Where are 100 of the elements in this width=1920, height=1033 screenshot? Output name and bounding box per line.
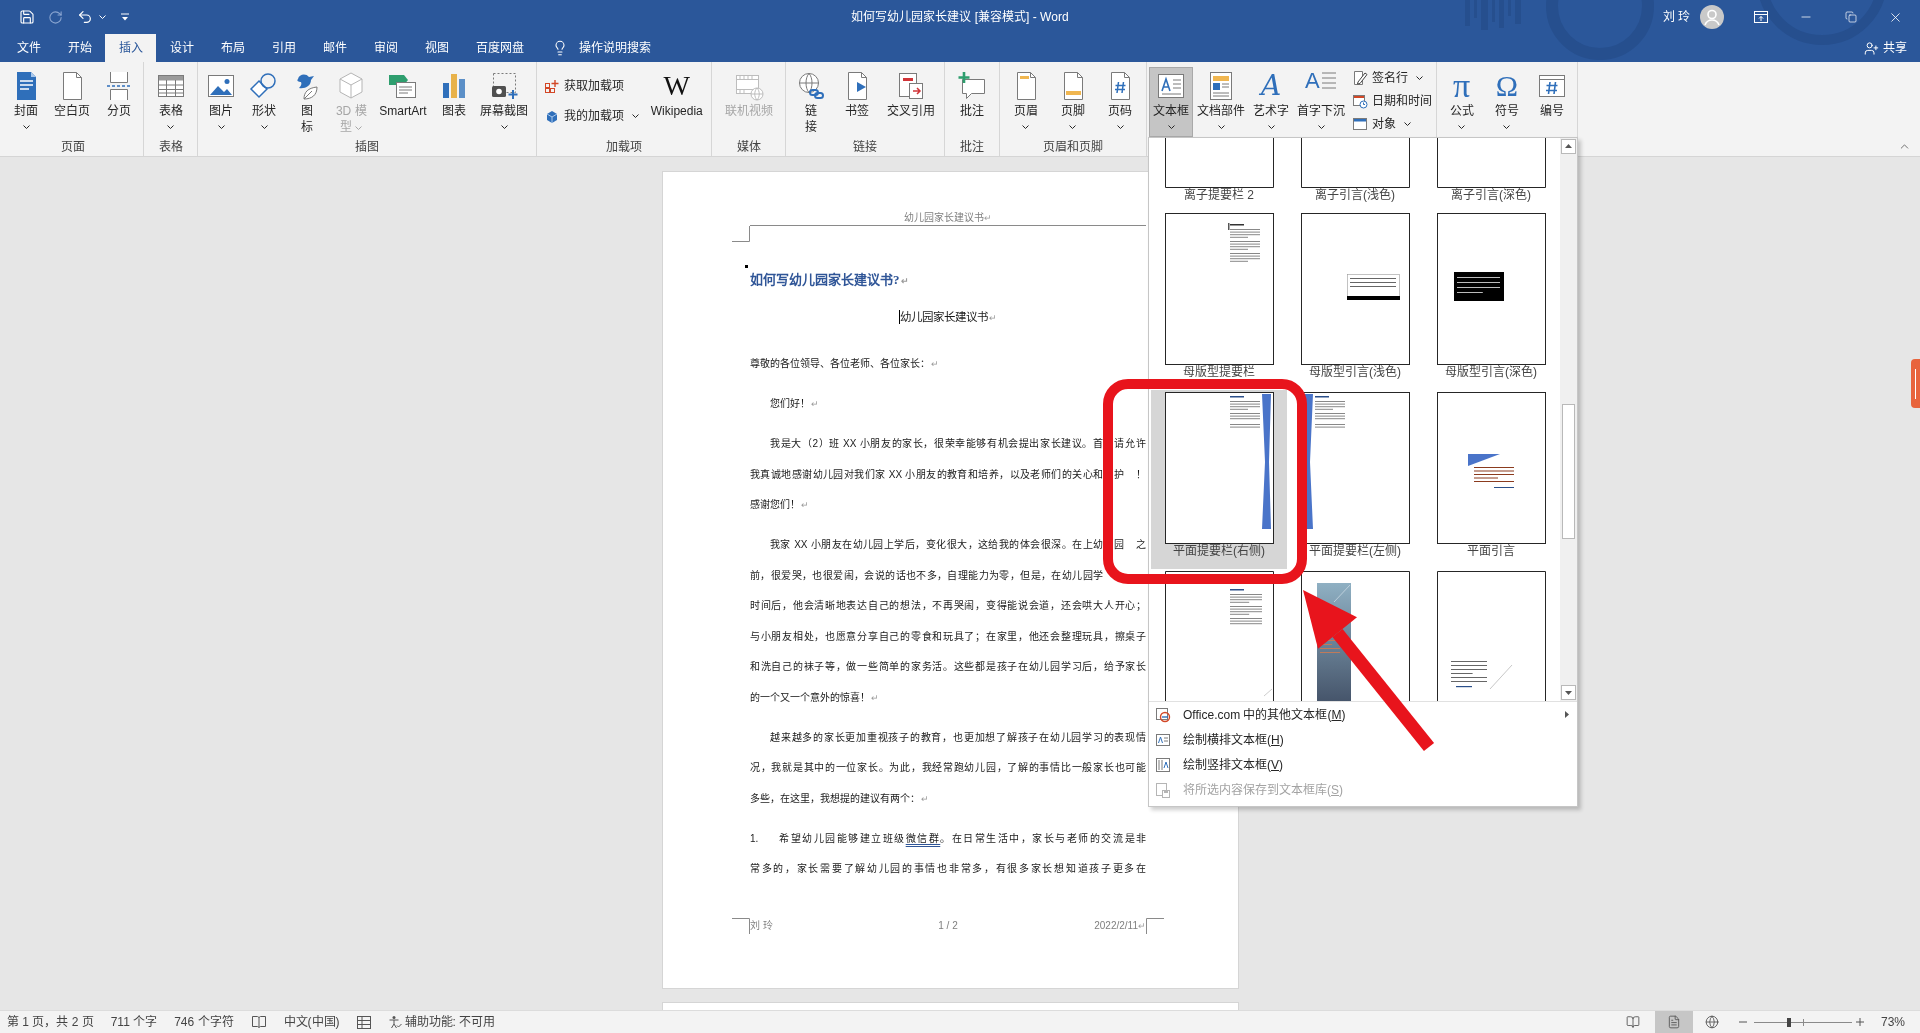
view-mode-button[interactable] bbox=[1654, 1011, 1693, 1033]
restore-icon[interactable] bbox=[1844, 11, 1857, 23]
ribbon-button[interactable]: 文档部件 bbox=[1193, 67, 1249, 137]
ribbon-tab[interactable]: 插入 bbox=[105, 34, 156, 62]
save-to-gallery-icon bbox=[1155, 781, 1171, 798]
ribbon-button[interactable]: 文本框 bbox=[1149, 67, 1193, 137]
gallery-item[interactable]: 离子提要栏 2 bbox=[1151, 138, 1287, 211]
caret-icon bbox=[217, 125, 225, 129]
caret-icon bbox=[167, 125, 174, 129]
gallery-scrollbar[interactable] bbox=[1560, 138, 1577, 701]
body-text-line: 与小朋友相处，也愿意分享自己的零食和玩具了；在家里，他还会整理玩具，擦桌子 bbox=[750, 629, 1146, 644]
globe-icon bbox=[1704, 1015, 1719, 1029]
ribbon-button[interactable]: 日期和时间 bbox=[1349, 90, 1435, 112]
ribbon-button[interactable]: 交叉引用 bbox=[883, 67, 939, 137]
ribbon-button[interactable]: 编号 bbox=[1532, 67, 1573, 137]
ribbon-button[interactable]: 封面 bbox=[6, 67, 47, 137]
caret-icon bbox=[1503, 125, 1511, 129]
ribbon-button[interactable]: W Wikipedia bbox=[646, 67, 707, 137]
ribbon-button[interactable]: 形状 bbox=[244, 67, 285, 137]
menu-item[interactable]: 绘制竖排文本框(V) bbox=[1149, 752, 1577, 777]
macro-record-icon[interactable] bbox=[356, 1015, 371, 1029]
caret-icon bbox=[1069, 125, 1077, 129]
scrollbar-thumb[interactable] bbox=[1562, 404, 1575, 539]
body-text-line: 我真诚地感谢幼儿园对我们家 XX 小朋友的教育和培养，以及老师们的关心和 bbox=[750, 467, 1103, 482]
scroll-down-button[interactable] bbox=[1561, 685, 1576, 700]
gallery-item[interactable]: 离子引言(浅色) bbox=[1287, 138, 1423, 211]
ribbon-button[interactable]: 屏幕截图 bbox=[476, 67, 533, 137]
zoom-percentage[interactable]: 73% bbox=[1880, 1013, 1905, 1031]
gallery-item[interactable]: 平面提要栏(右侧) bbox=[1151, 390, 1287, 569]
accessibility-status[interactable]: 辅助功能: 不可用 bbox=[387, 1013, 496, 1031]
ribbon-button[interactable]: 空白页 bbox=[50, 67, 95, 137]
ribbon-tab[interactable]: 设计 bbox=[156, 34, 207, 62]
ribbon-button[interactable]: SmartArt bbox=[375, 67, 431, 137]
ribbon-button[interactable]: 书签 bbox=[837, 67, 877, 137]
undo-icon[interactable] bbox=[77, 9, 93, 25]
zoom-slider[interactable] bbox=[1753, 1016, 1852, 1028]
omega-symbol-icon: Ω bbox=[1491, 70, 1523, 102]
status-text[interactable]: 中文(中国) bbox=[283, 1013, 340, 1031]
zoom-in-icon[interactable] bbox=[1855, 1018, 1864, 1026]
ribbon-tab[interactable]: 文件 bbox=[3, 34, 54, 62]
ribbon-button[interactable]: 图片 bbox=[201, 67, 242, 137]
scroll-up-button[interactable] bbox=[1561, 139, 1576, 154]
ribbon-button[interactable]: 页眉 bbox=[1005, 67, 1046, 137]
ribbon-button[interactable]: 获取加载项 bbox=[541, 75, 643, 97]
caret-icon bbox=[355, 125, 363, 130]
ribbon-button[interactable]: A 艺术字 bbox=[1249, 67, 1293, 137]
status-text[interactable]: 711 个字 bbox=[110, 1013, 158, 1031]
ribbon-tab[interactable]: 引用 bbox=[258, 34, 309, 62]
gallery-item[interactable]: 平面提要栏(左侧) bbox=[1287, 390, 1423, 569]
gallery-item[interactable]: 母版型引言(深色) bbox=[1423, 211, 1559, 390]
proofing-book-icon[interactable] bbox=[250, 1015, 267, 1029]
ribbon-button[interactable]: 分页 bbox=[98, 67, 139, 137]
gallery-item[interactable]: 离子引言(深色) bbox=[1423, 138, 1559, 211]
ribbon-button[interactable]: 签名行 bbox=[1349, 67, 1435, 89]
avatar-icon[interactable] bbox=[1700, 5, 1724, 29]
ribbon-button[interactable]: 链接 bbox=[791, 67, 831, 137]
ribbon-tab[interactable]: 布局 bbox=[207, 34, 258, 62]
caret-icon bbox=[1167, 125, 1175, 129]
ribbon-button[interactable]: 对象 bbox=[1349, 113, 1435, 135]
body-text-line: 我是大（2）班 XX 小朋友的家长，很荣幸能够有机会提出家长建议。首 bbox=[770, 436, 1103, 451]
body-text-line: 况，我就是其中的一位家长。为此，我经常跑幼儿园，了解的事情比一般家长也可能 bbox=[750, 760, 1146, 775]
tell-me-field[interactable]: 操作说明搜索 bbox=[579, 39, 671, 57]
ribbon-button[interactable]: Ω 符号 bbox=[1487, 67, 1527, 137]
ribbon-group-label: 加载项 bbox=[606, 138, 642, 156]
ribbon-button[interactable]: 批注 bbox=[952, 67, 992, 137]
ribbon-button[interactable]: 图表 bbox=[433, 67, 474, 137]
customize-toolbar-icon[interactable] bbox=[121, 13, 129, 21]
body-text-line: 护！ bbox=[1114, 467, 1146, 482]
grid-plus-icon bbox=[544, 78, 561, 94]
zoom-slider-thumb[interactable] bbox=[1787, 1017, 1792, 1027]
ribbon-button[interactable]: 图标 bbox=[287, 67, 328, 137]
ribbon-button[interactable]: 页脚 bbox=[1053, 67, 1093, 137]
ribbon-tab[interactable]: 视图 bbox=[411, 34, 462, 62]
ribbon-tab[interactable]: 邮件 bbox=[309, 34, 360, 62]
menu-item[interactable]: 绘制横排文本框(H) bbox=[1149, 727, 1577, 752]
side-handle[interactable] bbox=[1911, 359, 1920, 408]
footer-page-number: 1 / 2 bbox=[938, 919, 958, 934]
ribbon-group-label: 表格 bbox=[158, 138, 183, 156]
ribbon-button[interactable]: 页码 bbox=[1100, 67, 1141, 137]
save-icon[interactable] bbox=[19, 9, 35, 25]
gallery-item[interactable]: 平面引言 bbox=[1423, 390, 1559, 569]
ribbon-button[interactable]: 我的加载项 bbox=[541, 105, 643, 127]
ribbon-button[interactable]: 表格 bbox=[150, 67, 191, 137]
status-text[interactable]: 第 1 页，共 2 页 bbox=[7, 1013, 94, 1031]
ribbon-tab[interactable]: 开始 bbox=[54, 34, 105, 62]
ribbon-button[interactable]: A 首字下沉 bbox=[1293, 67, 1349, 137]
vertical-text-box-icon bbox=[1155, 756, 1171, 773]
gallery-item[interactable]: 母版型引言(浅色) bbox=[1287, 211, 1423, 390]
body-text-line: 多些，在这里，我想提的建议有两个：↵ bbox=[750, 791, 930, 806]
share-button[interactable]: 共享 bbox=[1864, 34, 1907, 62]
ribbon-display-options-icon[interactable] bbox=[1753, 11, 1768, 23]
caret-icon bbox=[1022, 125, 1030, 129]
gallery-item[interactable]: 母版型提要栏 bbox=[1151, 211, 1287, 390]
ribbon-tab[interactable]: 审阅 bbox=[360, 34, 411, 62]
ribbon-group-label: 页面 bbox=[60, 138, 85, 156]
status-text[interactable]: 746 个字符 bbox=[174, 1013, 234, 1031]
ribbon-button[interactable]: π 公式 bbox=[1441, 67, 1482, 137]
caret-icon bbox=[1458, 125, 1466, 129]
ribbon-tab[interactable]: 百度网盘 bbox=[462, 34, 537, 62]
menu-item[interactable]: Office.com 中的其他文本框(M) bbox=[1149, 702, 1577, 727]
